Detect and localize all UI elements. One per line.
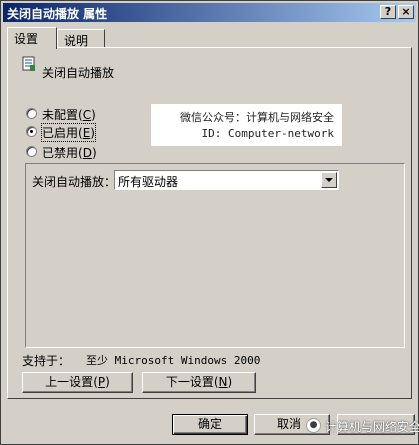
drive-select[interactable]: 所有驱动器 (114, 170, 339, 190)
watermark-overlay: 微信公众号：计算机与网络安全 ID: Computer-network (151, 104, 342, 146)
autoplay-option-label: 关闭自动播放： (32, 175, 117, 189)
properties-dialog: 关闭自动播放 属性 ? × 设置 说明 关闭自动播放 未配置(C) 已启用(E)… (0, 0, 419, 445)
watermark-line2: ID: Computer-network (201, 127, 334, 140)
radio-circle-selected[interactable] (26, 126, 37, 137)
close-button[interactable]: × (398, 5, 414, 19)
radio-label-disabled: 已禁用 (42, 146, 79, 160)
chevron-down-icon (325, 178, 333, 182)
ok-button[interactable]: 确定 (172, 414, 248, 435)
cancel-label: 取消 (277, 417, 302, 431)
help-button[interactable]: ? (380, 5, 396, 19)
radio-accel-e: E (82, 126, 91, 140)
brand-text: 计算机与网络安全 (325, 420, 419, 434)
radio-circle[interactable] (26, 108, 37, 119)
wechat-icon: ● (306, 418, 321, 433)
tab-settings-label: 设置 (14, 32, 39, 46)
prev-label: 上一设置 (45, 375, 94, 389)
close-icon: × (401, 5, 411, 18)
supported-value: 至少 Microsoft Windows 2000 (86, 354, 261, 367)
drive-select-value: 所有驱动器 (118, 175, 179, 189)
prev-accel: P (97, 375, 106, 389)
supported-on: 支持于： 至少 Microsoft Windows 2000 (22, 352, 260, 369)
radio-accel-c: C (82, 108, 92, 122)
next-setting-button[interactable]: 下一设置(N) (142, 372, 256, 393)
tab-explain[interactable]: 说明 (57, 29, 105, 49)
previous-setting-button[interactable]: 上一设置(P) (22, 372, 133, 393)
next-label: 下一设置 (165, 375, 214, 389)
help-icon: ? (384, 5, 392, 18)
policy-scroll-icon (22, 56, 35, 71)
tab-settings[interactable]: 设置 (7, 27, 57, 49)
title-bar[interactable]: 关闭自动播放 属性 ? × (3, 3, 416, 22)
window-title: 关闭自动播放 属性 (7, 7, 108, 21)
policy-name: 关闭自动播放 (42, 66, 115, 80)
settings-panel: 关闭自动播放 未配置(C) 已启用(E) 已禁用(D) 微信公众号：计算机与网络… (7, 47, 412, 399)
brand-watermark: ● 计算机与网络安全 (306, 415, 419, 439)
radio-circle[interactable] (26, 146, 37, 157)
radio-accel-d: D (82, 146, 92, 160)
watermark-line1: 微信公众号：计算机与网络安全 (180, 111, 334, 124)
radio-label-enabled: 已启用 (42, 126, 79, 140)
radio-label-not-configured: 未配置 (42, 108, 79, 122)
next-accel: N (218, 375, 228, 389)
dropdown-button[interactable] (321, 172, 337, 188)
options-box: 关闭自动播放： 所有驱动器 (25, 163, 405, 348)
supported-label: 支持于： (22, 354, 71, 368)
ok-label: 确定 (197, 417, 222, 431)
tab-explain-label: 说明 (64, 34, 89, 48)
